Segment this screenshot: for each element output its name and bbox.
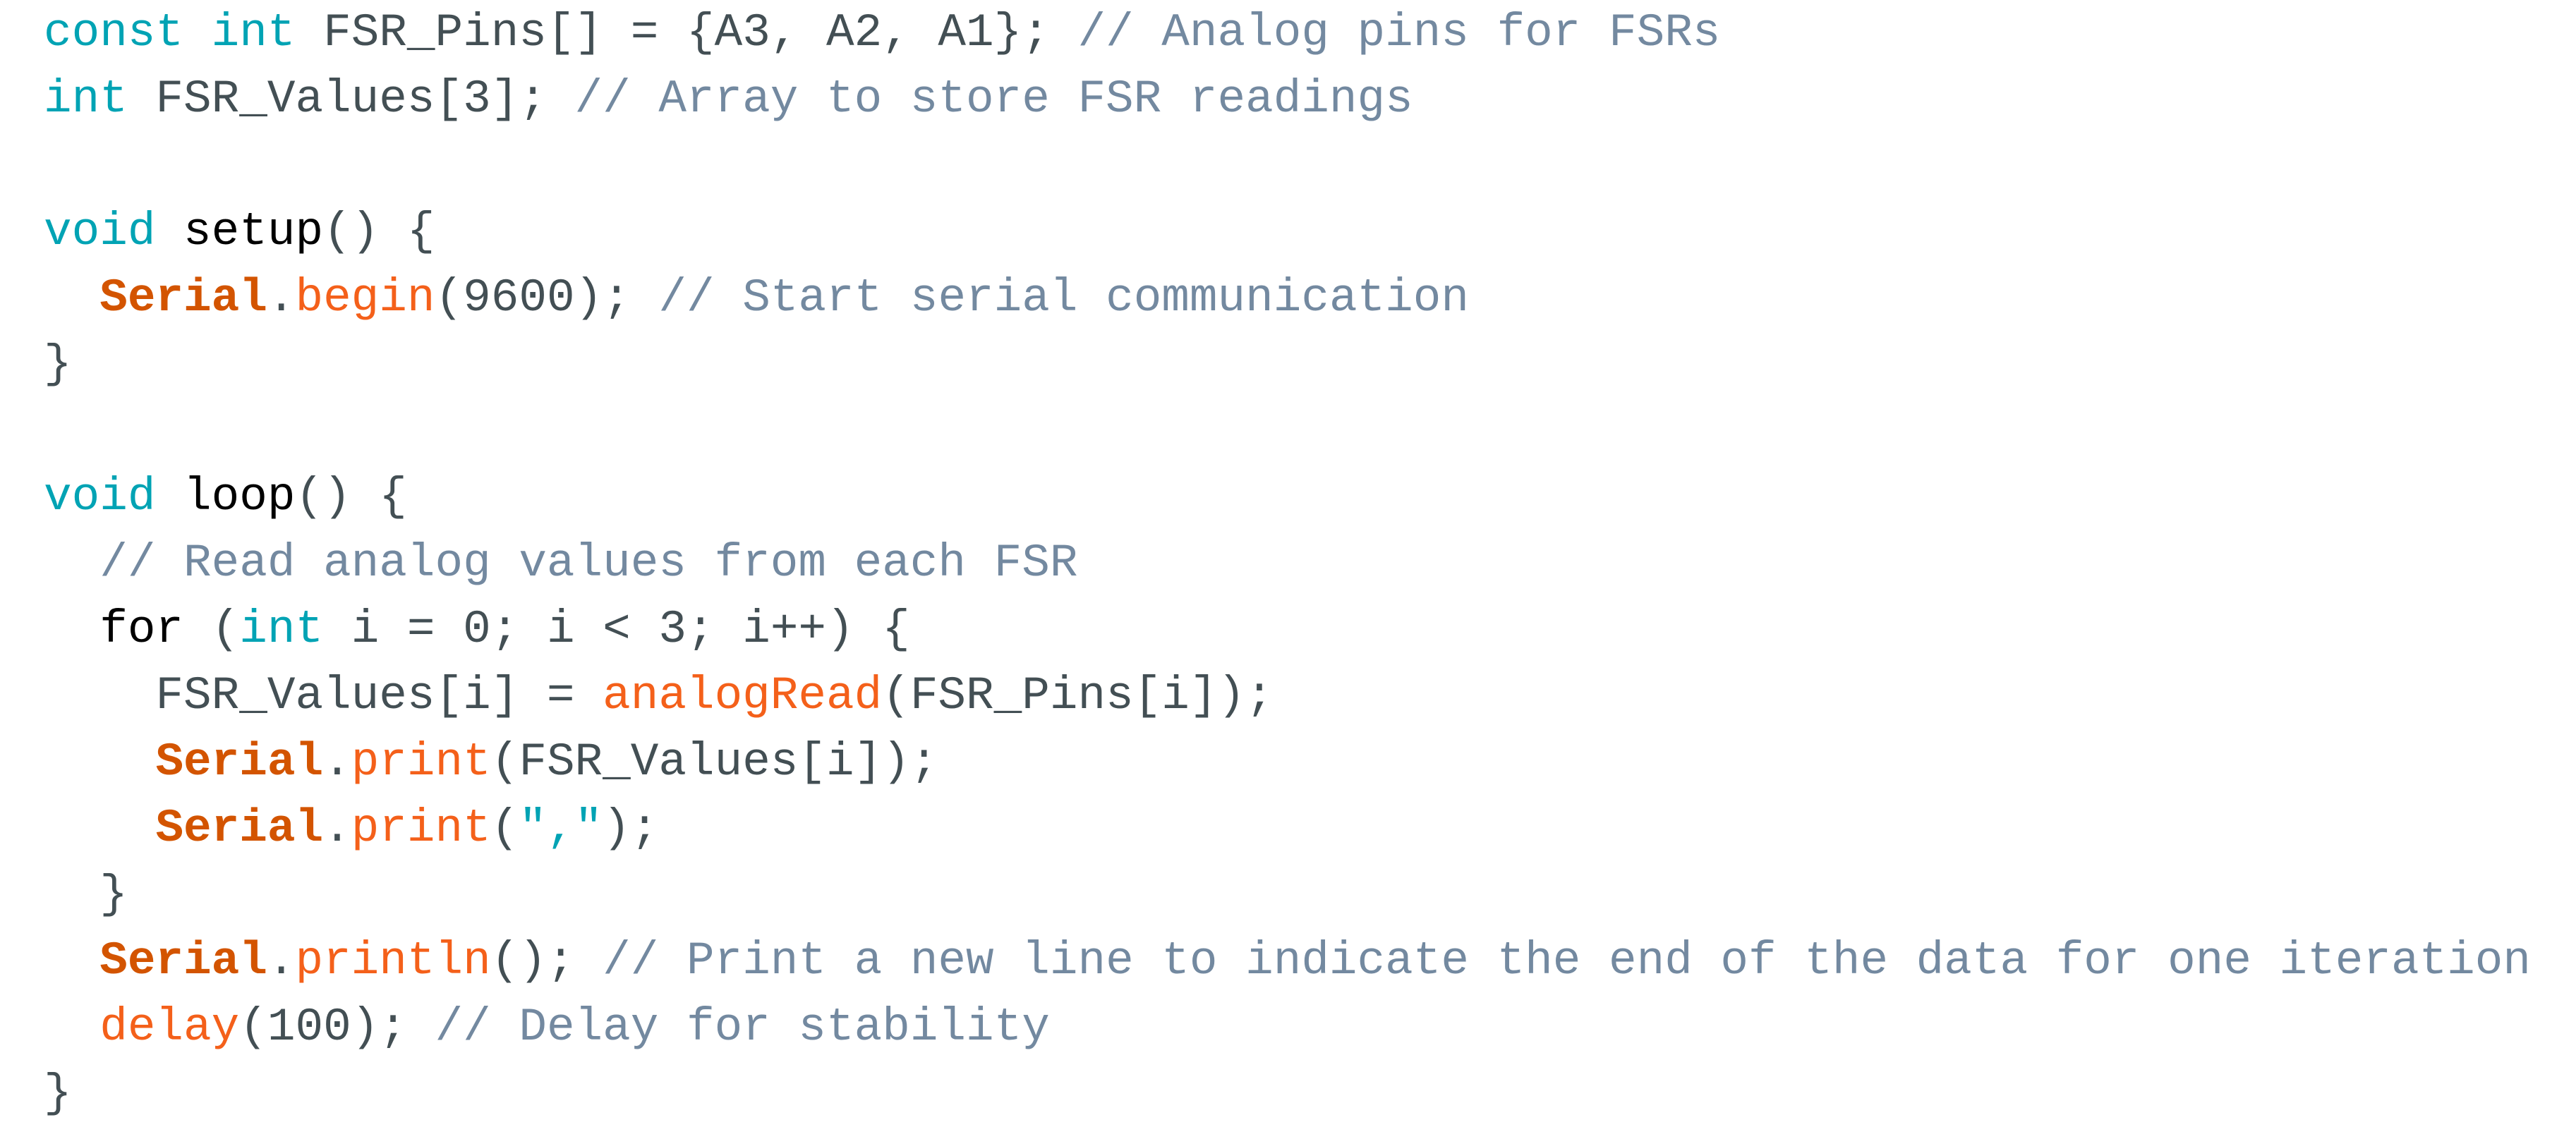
code-token-keyword: const: [44, 6, 184, 59]
code-token-plain: .: [323, 802, 351, 855]
code-token-method: delay: [99, 1001, 240, 1054]
code-token-plain: .: [267, 272, 296, 324]
code-token-object: Serial: [155, 802, 324, 855]
code-token-plain: .: [323, 736, 351, 788]
code-token-plain: (FSR_Pins[i]);: [882, 669, 1274, 722]
code-token-comment: // Start serial communication: [658, 272, 1469, 324]
code-token-object: Serial: [99, 934, 267, 987]
code-token-function: for: [99, 603, 184, 656]
code-token-method: print: [351, 736, 491, 788]
code-token-number: 100: [267, 1001, 351, 1054]
code-line: Serial.print(",");: [0, 796, 2576, 862]
code-token-plain: (: [490, 802, 519, 855]
code-line: FSR_Values[i] = analogRead(FSR_Pins[i]);: [0, 663, 2576, 729]
code-token-function: setup: [183, 205, 324, 258]
code-token-plain: .: [267, 934, 296, 987]
code-token-plain: () {: [323, 205, 435, 258]
code-line: }: [0, 1061, 2576, 1127]
code-token-function: loop: [183, 470, 296, 523]
code-token-keyword: void: [44, 470, 156, 523]
code-token-number: 3: [658, 603, 687, 656]
code-token-plain: ();: [490, 934, 603, 987]
code-token-plain: }: [44, 868, 128, 921]
code-token-plain: (FSR_Values[i]);: [490, 736, 938, 788]
code-line: void setup() {: [0, 199, 2576, 265]
code-token-comment: // Read analog values from each FSR: [99, 537, 1078, 590]
code-token-plain: () {: [295, 470, 407, 523]
code-token-plain: ; i <: [490, 603, 659, 656]
code-token-plain: (: [435, 272, 464, 324]
code-line: void loop() {: [0, 464, 2576, 530]
code-token-plain: (: [183, 603, 240, 656]
code-line: Serial.println(); // Print a new line to…: [0, 928, 2576, 994]
code-token-plain: ; i++) {: [687, 603, 910, 656]
code-token-plain: }: [44, 1067, 72, 1120]
code-token-object: Serial: [155, 736, 324, 788]
code-token-keyword: int: [211, 6, 296, 59]
code-block[interactable]: const int FSR_Pins[] = {A3, A2, A1}; // …: [0, 0, 2576, 1139]
code-line: delay(100); // Delay for stability: [0, 994, 2576, 1061]
code-token-plain: FSR_Pins[] = {A3, A2, A1};: [295, 6, 1078, 59]
code-token-keyword: int: [239, 603, 324, 656]
code-token-plain: );: [603, 802, 659, 855]
code-line: }: [0, 862, 2576, 928]
code-token-comment: // Analog pins for FSRs: [1077, 6, 1721, 59]
code-token-comment: // Print a new line to indicate the end …: [603, 934, 2532, 987]
code-line: Serial.print(FSR_Values[i]);: [0, 729, 2576, 796]
code-token-method: begin: [295, 272, 435, 324]
code-token-keyword: int: [44, 73, 128, 126]
code-token-keyword: void: [44, 205, 156, 258]
code-token-object: Serial: [99, 272, 267, 324]
code-token-plain: (: [239, 1001, 267, 1054]
code-line: Serial.begin(9600); // Start serial comm…: [0, 265, 2576, 331]
code-token-string: ",": [519, 802, 603, 855]
code-line: }: [0, 331, 2576, 398]
code-line: for (int i = 0; i < 3; i++) {: [0, 597, 2576, 663]
code-line: int FSR_Values[3]; // Array to store FSR…: [0, 66, 2576, 133]
code-token-comment: // Array to store FSR readings: [574, 73, 1413, 126]
code-token-number: 9600: [463, 272, 575, 324]
code-token-plain: FSR_Values[3];: [127, 73, 575, 126]
code-token-method: analogRead: [603, 669, 883, 722]
code-line: // Read analog values from each FSR: [0, 530, 2576, 597]
code-token-plain: );: [351, 1001, 435, 1054]
code-token-comment: // Delay for stability: [435, 1001, 1050, 1054]
code-token-plain: i =: [323, 603, 464, 656]
code-token-plain: FSR_Values[i] =: [44, 669, 603, 722]
code-line: const int FSR_Pins[] = {A3, A2, A1}; // …: [0, 0, 2576, 66]
code-token-number: 0: [463, 603, 491, 656]
code-token-plain: );: [574, 272, 659, 324]
code-token-method: print: [351, 802, 491, 855]
code-token-method: println: [295, 934, 491, 987]
code-token-plain: }: [44, 338, 72, 391]
